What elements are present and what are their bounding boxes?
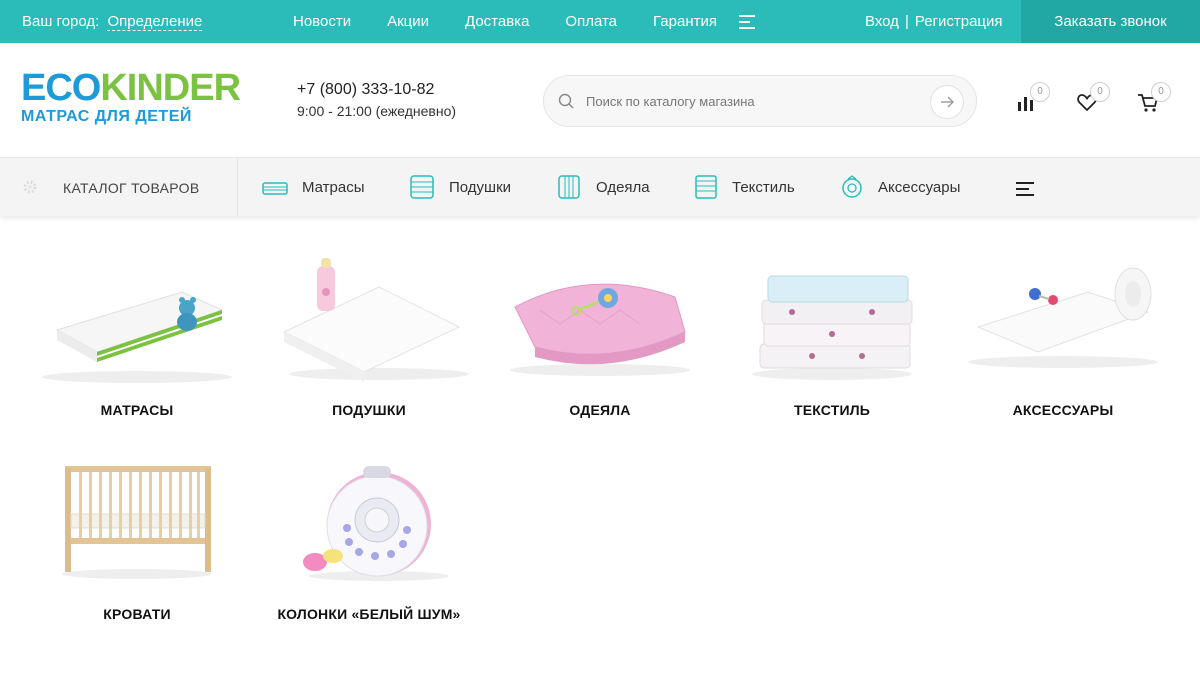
category-more-icon[interactable] — [1016, 182, 1034, 200]
product-card-blankets[interactable]: ОДЕЯЛА — [480, 252, 720, 418]
search-icon — [558, 93, 574, 109]
top-nav: Новости Акции Доставка Оплата Гарантия — [293, 13, 753, 30]
callback-button[interactable]: Заказать звонок — [1021, 0, 1200, 43]
product-image-accessories[interactable] — [943, 252, 1183, 402]
category-textile[interactable]: Текстиль — [694, 158, 795, 216]
search-input[interactable]: Поиск по каталогу магазина — [586, 94, 755, 109]
city-selector[interactable]: Ваш город: Определение — [22, 13, 203, 31]
product-name[interactable]: ОДЕЯЛА — [480, 402, 720, 418]
arrow-right-icon — [941, 96, 954, 108]
top-nav-payment[interactable]: Оплата — [565, 13, 617, 30]
favorites-button[interactable]: 0 — [1076, 82, 1110, 113]
category-label: Подушки — [449, 178, 512, 196]
product-name[interactable]: ТЕКСТИЛЬ — [712, 402, 952, 418]
category-blankets[interactable]: Одеяла — [556, 158, 650, 216]
product-image-textile[interactable] — [712, 252, 952, 402]
category-label: Матрасы — [302, 178, 365, 196]
favorites-count: 0 — [1090, 82, 1110, 102]
working-hours: 9:00 - 21:00 (ежедневно) — [297, 103, 457, 119]
textile-icon — [695, 175, 717, 199]
product-name[interactable]: ПОДУШКИ — [249, 402, 489, 418]
catalog-icon — [23, 180, 37, 194]
logo-part-kinder: KINDER — [100, 67, 241, 109]
logo-subtitle: МАТРАС ДЛЯ ДЕТЕЙ — [21, 108, 192, 125]
product-image-white-noise[interactable] — [249, 456, 489, 606]
top-nav-more-icon[interactable] — [739, 15, 755, 33]
product-name[interactable]: МАТРАСЫ — [17, 402, 257, 418]
category-mattresses[interactable]: Матрасы — [262, 158, 365, 216]
category-accessories[interactable]: Аксессуары — [840, 158, 960, 216]
catalog-label: КАТАЛОГ ТОВАРОВ — [63, 180, 200, 196]
product-card-mattresses[interactable]: МАТРАСЫ — [17, 252, 257, 418]
category-label: Аксессуары — [878, 178, 961, 196]
cart-count: 0 — [1151, 82, 1171, 102]
top-nav-promotions[interactable]: Акции — [387, 13, 429, 30]
product-card-textile[interactable]: ТЕКСТИЛЬ — [712, 252, 952, 418]
top-nav-news[interactable]: Новости — [293, 13, 351, 30]
category-label: Текстиль — [732, 178, 795, 196]
category-pillows[interactable]: Подушки — [409, 158, 511, 216]
register-link[interactable]: Регистрация — [915, 13, 1003, 30]
search-submit-button[interactable] — [930, 85, 964, 119]
login-link[interactable]: Вход — [865, 13, 899, 30]
product-name[interactable]: КРОВАТИ — [17, 606, 257, 622]
compare-button[interactable]: 0 — [1016, 82, 1050, 113]
product-image-bed[interactable] — [17, 456, 257, 606]
blanket-icon — [558, 175, 580, 199]
product-name[interactable]: КОЛОНКИ «БЕЛЫЙ ШУМ» — [249, 606, 489, 622]
product-image-blanket[interactable] — [480, 252, 720, 402]
rattle-icon — [842, 175, 862, 198]
mattress-icon — [262, 182, 288, 195]
product-card-beds[interactable]: КРОВАТИ — [17, 456, 257, 622]
product-image-pillow[interactable] — [249, 252, 489, 402]
city-label: Ваш город: — [22, 13, 100, 30]
logo[interactable]: ECOKINDER МАТРАС ДЛЯ ДЕТЕЙ — [21, 67, 241, 126]
auth-links: Вход | Регистрация — [865, 13, 1003, 30]
product-card-white-noise[interactable]: КОЛОНКИ «БЕЛЫЙ ШУМ» — [249, 456, 489, 622]
product-card-accessories[interactable]: АКСЕССУАРЫ — [943, 252, 1183, 418]
city-link[interactable]: Определение — [107, 13, 203, 31]
category-label: Одеяла — [596, 178, 650, 196]
product-name[interactable]: АКСЕССУАРЫ — [943, 402, 1183, 418]
compare-count: 0 — [1030, 82, 1050, 102]
search-box[interactable]: Поиск по каталогу магазина — [543, 75, 977, 127]
product-image-mattress[interactable] — [17, 252, 257, 402]
phone-number[interactable]: +7 (800) 333-10-82 — [297, 81, 434, 99]
catalog-button[interactable]: КАТАЛОГ ТОВАРОВ — [0, 158, 238, 216]
category-bar: КАТАЛОГ ТОВАРОВ Матрасы Подушки Одеяла Т… — [0, 157, 1200, 216]
top-nav-delivery[interactable]: Доставка — [465, 13, 529, 30]
cart-button[interactable]: 0 — [1137, 82, 1171, 113]
product-card-pillows[interactable]: ПОДУШКИ — [249, 252, 489, 418]
top-nav-warranty[interactable]: Гарантия — [653, 13, 717, 30]
auth-separator: | — [904, 13, 909, 30]
top-bar: Ваш город: Определение Новости Акции Дос… — [0, 0, 1200, 43]
pillow-icon — [410, 175, 434, 199]
header: ECOKINDER МАТРАС ДЛЯ ДЕТЕЙ +7 (800) 333-… — [0, 43, 1200, 157]
logo-part-eco: ECO — [21, 67, 101, 109]
